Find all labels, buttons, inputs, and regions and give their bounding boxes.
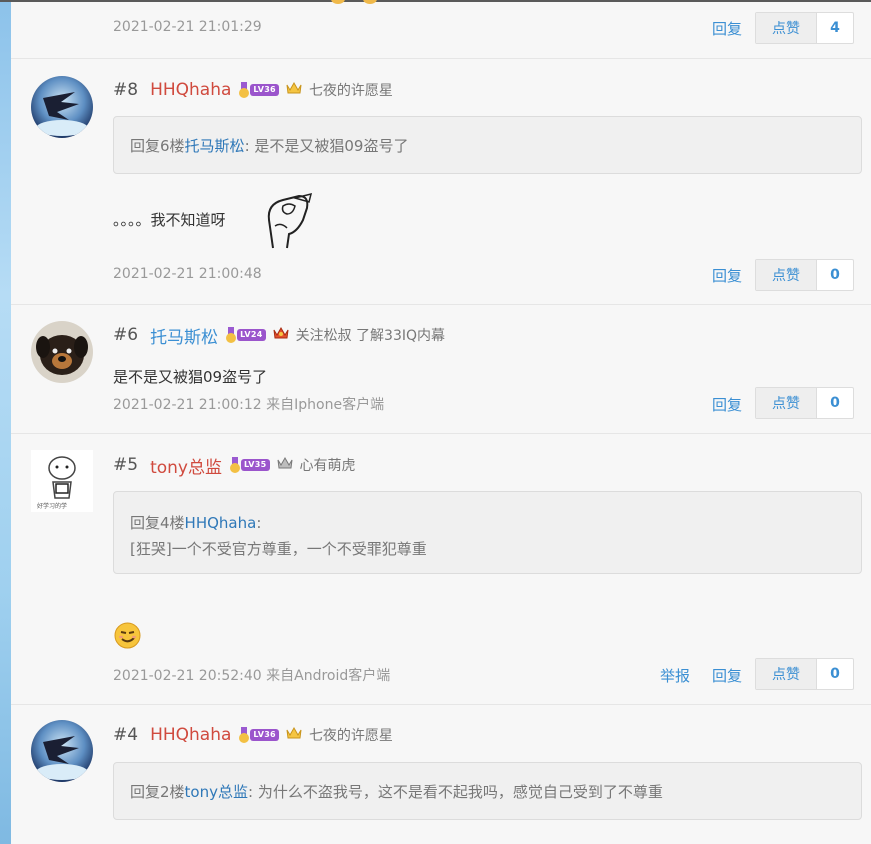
medal-icon xyxy=(229,457,240,473)
user-title: 心有萌虎 xyxy=(299,458,356,474)
level-badge: LV36 xyxy=(239,727,279,743)
username-link[interactable]: tony总监 xyxy=(150,453,222,478)
quote-prefix: 回复6楼 xyxy=(130,137,185,155)
smirk-emoji-icon xyxy=(114,622,141,649)
sticker-image xyxy=(259,192,315,252)
quote-box: 回复6楼托马斯松: 是不是又被猖09盗号了 xyxy=(113,116,862,174)
avatar[interactable]: 好学习的学 xyxy=(31,450,93,512)
username-link[interactable]: HHQhaha xyxy=(150,725,231,745)
level-badge: LV35 xyxy=(229,457,270,473)
avatar-caption: 好学习的学 xyxy=(37,503,68,510)
post-content: 。。。。我不知道呀 xyxy=(113,211,226,229)
quote-box: 回复4楼HHQhaha: [狂哭]一个不受官方尊重，一个不受罪犯尊重 xyxy=(113,491,862,574)
post-content: 是不是又被猖09盗号了 xyxy=(113,368,268,386)
crown-icon xyxy=(276,455,294,475)
reply-button[interactable]: 回复 xyxy=(712,665,742,686)
like-count: 0 xyxy=(830,395,840,411)
like-button[interactable]: 点赞 xyxy=(756,659,817,689)
medal-icon xyxy=(239,727,250,743)
quote-text: : xyxy=(256,514,262,532)
crown-icon xyxy=(285,725,303,745)
user-title: 关注松叔 了解33IQ内幕 xyxy=(295,328,446,344)
medal-icon xyxy=(239,82,250,98)
like-button[interactable]: 点赞 xyxy=(756,13,817,43)
like-count: 0 xyxy=(830,666,840,682)
quote-text-line: [狂哭]一个不受官方尊重，一个不受罪犯尊重 xyxy=(130,540,427,558)
like-group: 点赞 4 xyxy=(755,12,854,44)
post-meta: #5 tony总监 LV35 心有萌虎 xyxy=(113,453,356,478)
level-badge: LV24 xyxy=(226,327,266,343)
post-top-partial: 2021-02-21 21:01:29 回复 点赞 4 xyxy=(11,0,871,59)
post-timestamp: 2021-02-21 21:01:29 xyxy=(113,19,262,35)
like-group: 点赞 0 xyxy=(755,259,854,291)
reply-button[interactable]: 回复 xyxy=(712,18,742,39)
like-button[interactable]: 点赞 xyxy=(756,388,817,418)
post-meta: #4 HHQhaha LV36 七夜的许愿星 xyxy=(113,723,393,747)
like-count: 4 xyxy=(830,20,840,36)
avatar[interactable] xyxy=(31,76,93,138)
quote-prefix: 回复2楼 xyxy=(130,783,185,801)
like-button[interactable]: 点赞 xyxy=(756,260,817,290)
medal-icon xyxy=(226,327,237,343)
post-floor-4: #4 HHQhaha LV36 七夜的许愿星 回复2楼tony总监: 为什么不盗… xyxy=(11,705,871,844)
level-badge: LV36 xyxy=(239,82,279,98)
reply-button[interactable]: 回复 xyxy=(712,265,742,286)
quote-box: 回复2楼tony总监: 为什么不盗我号，这不是看不起我吗，感觉自己受到了不尊重 xyxy=(113,762,862,820)
post-timestamp: 2021-02-21 20:52:40 来自Android客户端 xyxy=(113,668,391,684)
report-button[interactable]: 举报 xyxy=(660,665,690,686)
quote-user-link[interactable]: tony总监 xyxy=(185,783,248,801)
partial-emoji-icon xyxy=(363,0,377,4)
floor-number: #6 xyxy=(113,325,139,345)
quote-text: : 为什么不盗我号，这不是看不起我吗，感觉自己受到了不尊重 xyxy=(248,783,663,801)
avatar[interactable] xyxy=(31,321,93,383)
page-background-strip xyxy=(0,0,11,844)
floor-number: #5 xyxy=(113,455,139,475)
partial-emoji-icon xyxy=(331,0,345,4)
floor-number: #4 xyxy=(113,725,139,745)
like-count: 0 xyxy=(830,267,840,283)
quote-user-link[interactable]: HHQhaha xyxy=(185,514,257,532)
quote-prefix: 回复4楼 xyxy=(130,514,185,532)
like-group: 点赞 0 xyxy=(755,658,854,690)
post-timestamp: 2021-02-21 21:00:12 来自Iphone客户端 xyxy=(113,397,385,413)
user-title: 七夜的许愿星 xyxy=(308,83,393,99)
post-meta: #6 托马斯松 LV24 关注松叔 了解33IQ内幕 xyxy=(113,323,446,348)
quote-text: : 是不是又被猖09盗号了 xyxy=(244,137,409,155)
floor-number: #8 xyxy=(113,80,139,100)
username-link[interactable]: HHQhaha xyxy=(150,80,231,100)
username-link[interactable]: 托马斯松 xyxy=(150,323,218,348)
avatar[interactable] xyxy=(31,720,93,782)
post-meta: #8 HHQhaha LV36 七夜的许愿星 xyxy=(113,78,393,102)
reply-button[interactable]: 回复 xyxy=(712,394,742,415)
like-group: 点赞 0 xyxy=(755,387,854,419)
quote-user-link[interactable]: 托马斯松 xyxy=(185,137,245,155)
crown-icon xyxy=(272,325,290,345)
post-floor-5: 好学习的学 #5 tony总监 LV35 心有萌虎 回复4楼HHQhaha: [… xyxy=(11,434,871,705)
post-floor-8: #8 HHQhaha LV36 七夜的许愿星 回复6楼托马斯松: 是不是又被猖0… xyxy=(11,59,871,305)
post-floor-6: #6 托马斯松 LV24 关注松叔 了解33IQ内幕 是不是又被猖09盗号了 2… xyxy=(11,305,871,434)
post-timestamp: 2021-02-21 21:00:48 xyxy=(113,266,262,282)
user-title: 七夜的许愿星 xyxy=(308,728,393,744)
crown-icon xyxy=(285,80,303,100)
